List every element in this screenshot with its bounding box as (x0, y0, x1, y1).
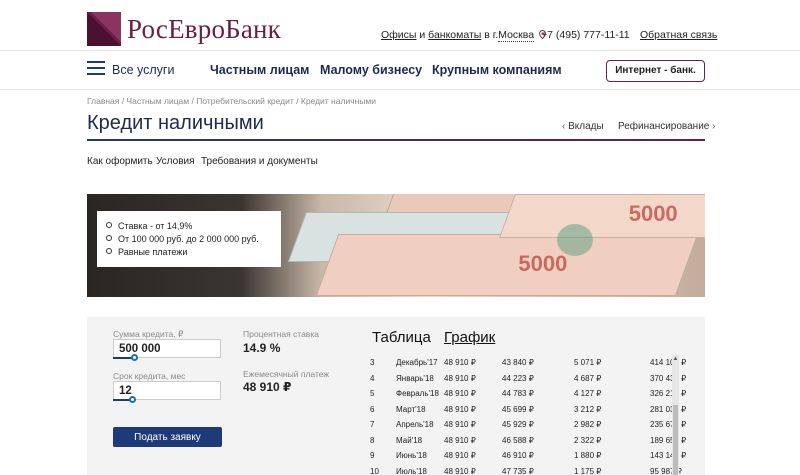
tab-chart-view[interactable]: График (444, 329, 495, 346)
table-row: 9 Июнь'18 48 910 ₽46 910 ₽1 880 ₽143 144 ₽ (370, 448, 700, 464)
row-payment: 48 910 ₽ (444, 373, 476, 383)
rate-value: 14.9 % (243, 341, 281, 355)
next-section-label: Рефинансирование (618, 121, 710, 132)
bank-logo[interactable]: РосЕвроБанк (87, 12, 281, 46)
row-interest: 4 127 ₽ (574, 389, 602, 399)
table-row: 10 Июль'18 48 910 ₽47 735 ₽1 175 ₽95 987 ₽ (370, 464, 700, 475)
and-text: и (416, 29, 429, 41)
bank-name: РосЕвроБанк (127, 13, 281, 44)
row-payment: 48 910 ₽ (444, 420, 476, 430)
rate-label: Процентная ставка (243, 329, 319, 339)
amount-slider-handle[interactable] (131, 354, 138, 361)
row-interest: 1 880 ₽ (574, 451, 602, 461)
page: РосЕвроБанк Офисы и банкоматы в г.Москва… (0, 0, 800, 475)
banner-features: Ставка - от 14,9% От 100 000 руб. до 2 0… (97, 211, 281, 267)
row-number: 4 (370, 373, 375, 383)
offices-link[interactable]: Офисы (381, 29, 416, 41)
row-number: 5 (370, 389, 375, 399)
header-divider (0, 50, 800, 51)
tab-requirements[interactable]: Требования и документы (201, 156, 318, 167)
table-row: 5 Февраль'18 48 910 ₽44 783 ₽4 127 ₽326 21… (370, 386, 700, 402)
submit-application-button[interactable]: Подать заявку (113, 427, 222, 447)
offices-atms-links: Офисы и банкоматы в г.Москва (381, 29, 546, 42)
row-payment: 48 910 ₽ (444, 466, 476, 475)
table-row: 4 Январь'18 48 910 ₽44 223 ₽4 687 ₽370 438… (370, 371, 700, 387)
row-payment: 48 910 ₽ (444, 451, 476, 461)
row-month: Июль'18 (396, 466, 427, 475)
tab-conditions[interactable]: Условия (156, 156, 195, 167)
table-row: 7 Апрель'18 48 910 ₽45 929 ₽2 982 ₽235 679… (370, 417, 700, 433)
next-section-link[interactable]: Рефинансирование › (618, 121, 715, 132)
term-slider-handle[interactable] (129, 396, 136, 403)
feature-rate: Ставка - от 14,9% (106, 220, 281, 233)
monthly-payment-label: Ежемесячный платеж (243, 369, 330, 379)
row-interest: 2 322 ₽ (574, 435, 602, 445)
row-month: Март'18 (396, 404, 426, 414)
phone-number[interactable]: +7 (495) 777-11-11 (541, 29, 630, 41)
row-principal: 46 910 ₽ (502, 451, 534, 461)
row-interest: 1 175 ₽ (574, 466, 602, 475)
row-principal: 44 223 ₽ (502, 373, 534, 383)
prev-section-link[interactable]: ‹ Вклады (562, 121, 604, 132)
row-number: 8 (370, 435, 375, 445)
row-number: 6 (370, 404, 375, 414)
row-interest: 2 982 ₽ (574, 420, 602, 430)
row-month: Январь'18 (396, 373, 434, 383)
nav-divider (0, 89, 800, 90)
row-month: Май'18 (396, 435, 423, 445)
row-number: 7 (370, 420, 375, 430)
atms-link[interactable]: банкоматы (428, 29, 481, 41)
row-principal: 43 840 ₽ (502, 358, 534, 368)
row-principal: 47 735 ₽ (502, 466, 534, 475)
nav-small-business[interactable]: Малому бизнесу (320, 63, 422, 77)
chevron-left-icon: ‹ (562, 121, 566, 132)
table-row: 6 Март'18 48 910 ₽45 699 ₽3 212 ₽281 033 ₽ (370, 402, 700, 418)
chevron-right-icon: › (712, 121, 716, 132)
scroll-up-arrow-icon[interactable]: ▲ (672, 356, 679, 363)
tab-how-to-apply[interactable]: Как оформить (87, 156, 153, 167)
row-month: Апрель'18 (396, 420, 434, 430)
row-number: 10 (370, 466, 379, 475)
logo-mark-icon (87, 12, 121, 46)
menu-icon[interactable] (87, 61, 105, 75)
feature-payments: Равные платежи (106, 246, 281, 259)
page-title: Кредит наличными (87, 112, 264, 134)
row-month: Декабрь'17 (396, 358, 438, 368)
feature-amount: От 100 000 руб. до 2 000 000 руб. (106, 233, 281, 246)
monthly-payment-value: 48 910 ₽ (243, 380, 292, 394)
feedback-link[interactable]: Обратная связь (640, 29, 717, 41)
row-payment: 48 910 ₽ (444, 358, 476, 368)
all-services-link[interactable]: Все услуги (112, 63, 174, 77)
row-number: 3 (370, 358, 375, 368)
row-payment: 48 910 ₽ (444, 435, 476, 445)
row-interest: 5 071 ₽ (574, 358, 602, 368)
payment-schedule-rows: 3 Декабрь'17 48 910 ₽43 840 ₽5 071 ₽414 10… (370, 355, 700, 475)
row-interest: 4 687 ₽ (574, 373, 602, 383)
row-month: Июнь'18 (396, 451, 427, 461)
row-number: 9 (370, 451, 375, 461)
row-principal: 46 588 ₽ (502, 435, 534, 445)
row-interest: 3 212 ₽ (574, 404, 602, 414)
nav-private-clients[interactable]: Частным лицам (210, 63, 309, 77)
title-underline (87, 139, 705, 141)
prev-section-label: Вклады (568, 121, 604, 132)
amount-input[interactable] (113, 339, 221, 358)
row-payment: 48 910 ₽ (444, 404, 476, 414)
table-row: 3 Декабрь'17 48 910 ₽43 840 ₽5 071 ₽414 10… (370, 355, 700, 371)
row-principal: 44 783 ₽ (502, 389, 534, 399)
term-label: Срок кредита, мес (113, 371, 186, 381)
row-payment: 48 910 ₽ (444, 389, 476, 399)
row-month: Февраль'18 (396, 389, 439, 399)
payment-schedule-table: 3 Декабрь'17 48 910 ₽43 840 ₽5 071 ₽414 10… (370, 355, 700, 475)
row-principal: 45 929 ₽ (502, 420, 534, 430)
table-row: 8 Май'18 48 910 ₽46 588 ₽2 322 ₽189 655 ₽ (370, 433, 700, 449)
row-principal: 45 699 ₽ (502, 404, 534, 414)
schedule-scroll-thumb[interactable] (673, 405, 678, 475)
tab-table-view[interactable]: Таблица (372, 329, 431, 346)
breadcrumb[interactable]: Главная / Частным лицам / Потребительски… (87, 96, 376, 106)
nav-large-companies[interactable]: Крупным компаниям (432, 63, 562, 77)
city-selector[interactable]: Москва (498, 29, 535, 42)
in-city-text: в г. (481, 29, 499, 41)
internet-bank-button[interactable]: Интернет - банк. (606, 60, 705, 82)
